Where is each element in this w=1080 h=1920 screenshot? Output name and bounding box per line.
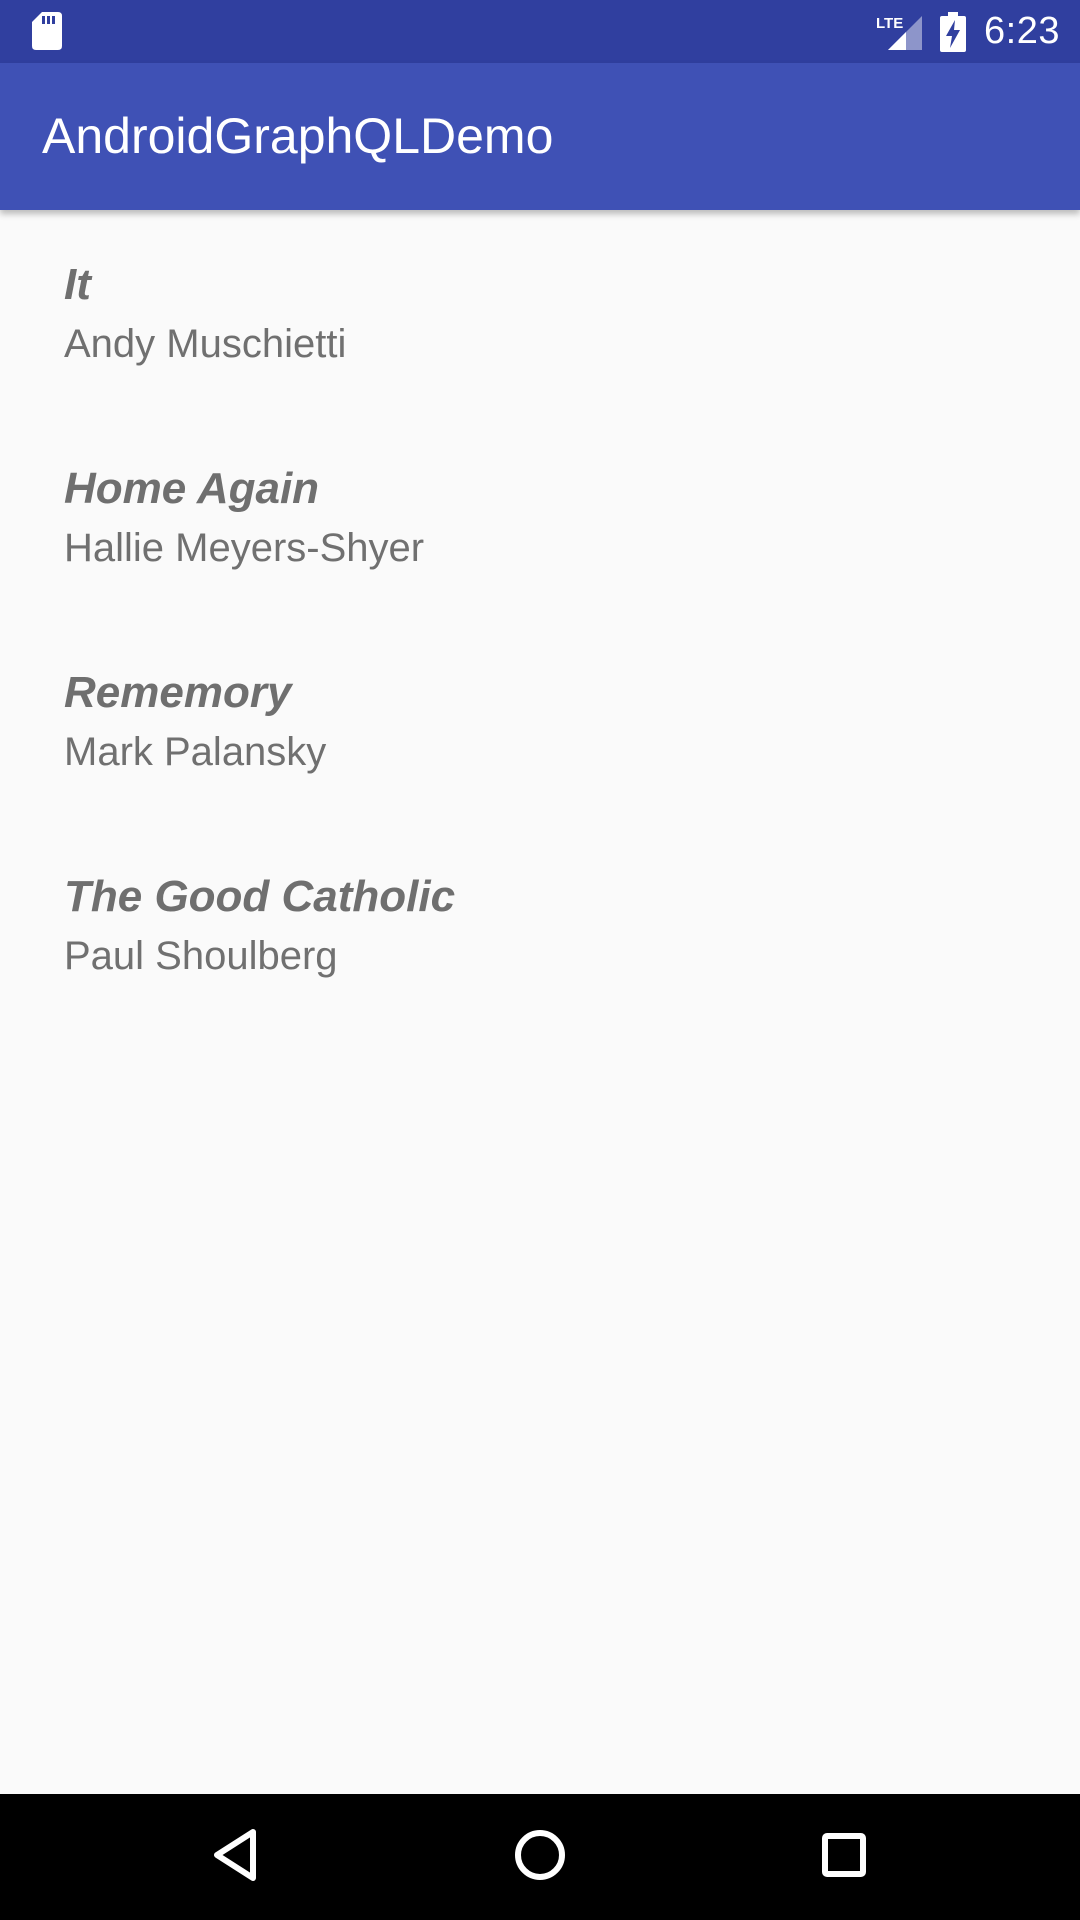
lte-signal-icon: LTE [876, 12, 923, 52]
home-button[interactable] [502, 1819, 578, 1895]
movie-title: The Good Catholic [64, 872, 456, 921]
movie-title: It [64, 260, 91, 309]
status-icons: LTE 6:23 [876, 0, 1060, 63]
back-icon [211, 1828, 261, 1887]
app-title: AndroidGraphQLDemo [42, 108, 554, 164]
movie-list: It Andy Muschietti Home Again Hallie Mey… [0, 210, 1080, 1026]
list-item[interactable]: Rememory Mark Palansky [0, 618, 1080, 822]
movie-director: Andy Muschietti [64, 322, 347, 366]
list-item[interactable]: The Good Catholic Paul Shoulberg [0, 822, 1080, 1026]
status-bar: LTE 6:23 [0, 0, 1080, 63]
status-time: 6:23 [984, 10, 1060, 52]
home-icon [513, 1828, 567, 1887]
back-button[interactable] [198, 1819, 274, 1895]
list-item[interactable]: Home Again Hallie Meyers-Shyer [0, 414, 1080, 618]
navigation-bar [0, 1794, 1080, 1920]
battery-charging-icon [940, 11, 967, 52]
movie-director: Mark Palansky [64, 730, 327, 774]
movie-director: Hallie Meyers-Shyer [64, 526, 425, 570]
movie-director: Paul Shoulberg [64, 934, 338, 978]
sd-card-icon [32, 12, 62, 50]
movie-title: Home Again [64, 464, 320, 513]
screen: LTE 6:23 AndroidGraphQLDemo It Andy Musc… [0, 0, 1080, 1920]
movie-title: Rememory [64, 668, 292, 717]
recents-icon [821, 1832, 867, 1883]
list-item[interactable]: It Andy Muschietti [0, 210, 1080, 414]
app-bar: AndroidGraphQLDemo [0, 63, 1080, 210]
recents-button[interactable] [806, 1819, 882, 1895]
network-type-label: LTE [876, 15, 903, 32]
